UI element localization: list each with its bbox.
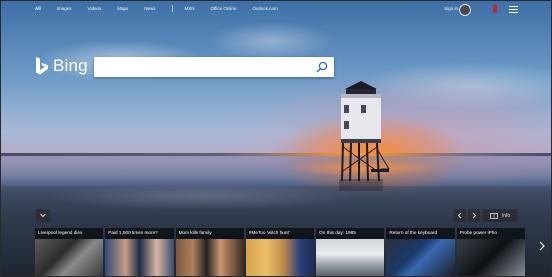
nav-msn[interactable]: MSN bbox=[185, 6, 195, 12]
bing-wordmark: Bing bbox=[53, 56, 88, 75]
chevron-right-icon bbox=[539, 241, 545, 251]
news-card[interactable]: Probe power iPho bbox=[456, 228, 525, 276]
bing-logo[interactable]: Bing bbox=[35, 56, 88, 76]
search-icon[interactable] bbox=[316, 61, 328, 73]
search-box[interactable] bbox=[94, 57, 334, 78]
carousel-next-button[interactable] bbox=[539, 241, 545, 254]
news-carousel: Liverpool legend dies Paid 1,500 times m… bbox=[35, 228, 525, 276]
search-input[interactable] bbox=[98, 58, 312, 78]
nav-all[interactable]: All bbox=[35, 6, 41, 12]
nav-videos[interactable]: Videos bbox=[88, 6, 102, 12]
lighthouse-image bbox=[339, 81, 390, 191]
image-icon bbox=[489, 212, 498, 219]
news-card-caption: Liverpool legend dies bbox=[38, 230, 83, 235]
chevron-left-icon bbox=[457, 212, 462, 219]
news-card-caption: Paid 1,500 times more? bbox=[108, 230, 158, 235]
nav-maps[interactable]: Maps bbox=[117, 6, 128, 12]
iphone-photo bbox=[456, 239, 525, 276]
nav-divider bbox=[171, 5, 173, 12]
news-card-caption: Mom kills family bbox=[178, 230, 212, 235]
top-nav: All Images Videos Maps News MSN Office O… bbox=[1, 1, 551, 19]
crowd-photo bbox=[35, 239, 104, 276]
two-men-photo bbox=[105, 239, 174, 276]
previous-image-button[interactable] bbox=[454, 209, 466, 222]
nav-news[interactable]: News bbox=[144, 6, 155, 12]
phone-photo bbox=[386, 239, 455, 276]
rewards-icon[interactable] bbox=[487, 5, 491, 13]
info-label: Info bbox=[501, 212, 511, 219]
avatar-icon[interactable] bbox=[459, 4, 471, 16]
news-card[interactable]: Return of the keyboard bbox=[386, 228, 455, 276]
nav-images[interactable]: Images bbox=[57, 6, 72, 12]
nav-office-online[interactable]: Office Online bbox=[211, 6, 237, 12]
news-card[interactable]: Liverpool legend dies bbox=[35, 228, 104, 276]
image-info-button[interactable]: Info bbox=[482, 209, 518, 222]
news-card[interactable]: On this day: 1985 bbox=[316, 228, 385, 276]
notification-icon[interactable] bbox=[493, 5, 497, 13]
news-card-caption: On this day: 1985 bbox=[319, 230, 356, 235]
collapse-carousel-button[interactable] bbox=[36, 209, 50, 222]
chevron-down-icon bbox=[40, 213, 46, 218]
sign-in-link[interactable]: Sign in bbox=[444, 6, 458, 11]
news-card[interactable]: Paid 1,500 times more? bbox=[105, 228, 174, 276]
sunglasses-photo bbox=[175, 239, 244, 276]
news-card-caption: Return of the keyboard bbox=[389, 230, 438, 235]
nav-outlook[interactable]: Outlook.com bbox=[252, 6, 277, 12]
news-card[interactable]: Mom kills family bbox=[175, 228, 244, 276]
news-card-caption: Probe power iPho bbox=[459, 230, 497, 235]
homepage-frame: All Images Videos Maps News MSN Office O… bbox=[0, 0, 552, 277]
hamburger-menu-icon[interactable] bbox=[509, 6, 518, 13]
vehicle-photo bbox=[316, 239, 385, 276]
nav-links: All Images Videos Maps News MSN Office O… bbox=[35, 5, 294, 12]
bing-b-icon bbox=[36, 57, 48, 75]
actress-photo bbox=[245, 239, 315, 276]
image-controls: Info bbox=[454, 209, 518, 222]
next-image-button[interactable] bbox=[468, 209, 480, 222]
news-card[interactable]: #MeToo 'witch hunt' bbox=[245, 228, 315, 276]
chevron-right-icon bbox=[472, 212, 477, 219]
news-card-caption: #MeToo 'witch hunt' bbox=[248, 230, 290, 235]
